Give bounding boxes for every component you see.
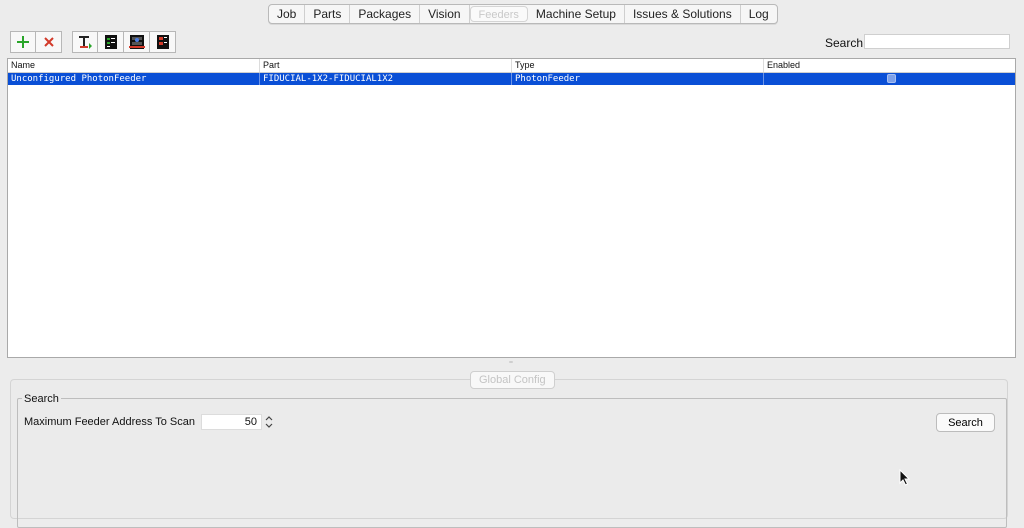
main-tab-bar: Job Parts Packages Vision Feeders Machin… (268, 4, 778, 24)
column-header-enabled[interactable]: Enabled (764, 59, 1015, 72)
mouse-cursor-icon (899, 469, 911, 486)
cell-name[interactable]: Unconfigured PhotonFeeder (8, 73, 260, 85)
tab-global-config[interactable]: Global Config (470, 371, 555, 389)
feeders-toolbar (10, 31, 176, 53)
feed-button[interactable] (98, 31, 124, 53)
table-header: Name Part Type Enabled (8, 59, 1015, 73)
tab-packages[interactable]: Packages (350, 5, 421, 23)
add-feeder-button[interactable] (10, 31, 36, 53)
enabled-checkbox[interactable] (886, 74, 896, 83)
move-tool-to-feeder-button[interactable] (150, 31, 176, 53)
move-camera-to-feeder-button[interactable] (124, 31, 150, 53)
delete-icon (43, 37, 54, 47)
delete-feeder-button[interactable] (36, 31, 62, 53)
column-header-name[interactable]: Name (8, 59, 260, 72)
pick-feeder-button[interactable] (72, 31, 98, 53)
cell-enabled[interactable] (764, 73, 1015, 85)
tab-machine-setup[interactable]: Machine Setup (528, 5, 625, 23)
feeders-table: Name Part Type Enabled Unconfigured Phot… (7, 58, 1016, 358)
cell-type[interactable]: PhotonFeeder (512, 73, 764, 85)
max-address-input[interactable]: 50 (201, 414, 262, 430)
add-icon (17, 36, 29, 48)
splitter-grip-icon (509, 361, 513, 363)
tab-issues-solutions[interactable]: Issues & Solutions (625, 5, 741, 23)
move-tool-icon (156, 35, 169, 49)
column-header-part[interactable]: Part (260, 59, 512, 72)
tab-vision[interactable]: Vision (420, 5, 470, 23)
table-row[interactable]: Unconfigured PhotonFeeder FIDUCIAL-1X2-F… (8, 73, 1015, 85)
cell-part[interactable]: FIDUCIAL-1X2-FIDUCIAL1X2 (260, 73, 512, 85)
search-input[interactable] (864, 34, 1010, 49)
column-header-type[interactable]: Type (512, 59, 764, 72)
move-camera-icon (128, 35, 145, 49)
search-feeders-button[interactable]: Search (936, 413, 995, 432)
feed-icon (104, 35, 117, 49)
tab-log[interactable]: Log (741, 5, 777, 23)
max-address-stepper[interactable] (264, 414, 274, 430)
stepper-arrows-icon (265, 416, 273, 428)
pick-icon (79, 36, 92, 49)
split-pane-divider[interactable] (0, 359, 1024, 365)
tab-parts[interactable]: Parts (305, 5, 351, 23)
search-group-title: Search (22, 393, 61, 405)
search-label: Search (825, 36, 864, 50)
tab-feeders[interactable]: Feeders (469, 6, 528, 22)
max-address-label: Maximum Feeder Address To Scan (24, 416, 195, 428)
tab-job[interactable]: Job (269, 5, 306, 23)
